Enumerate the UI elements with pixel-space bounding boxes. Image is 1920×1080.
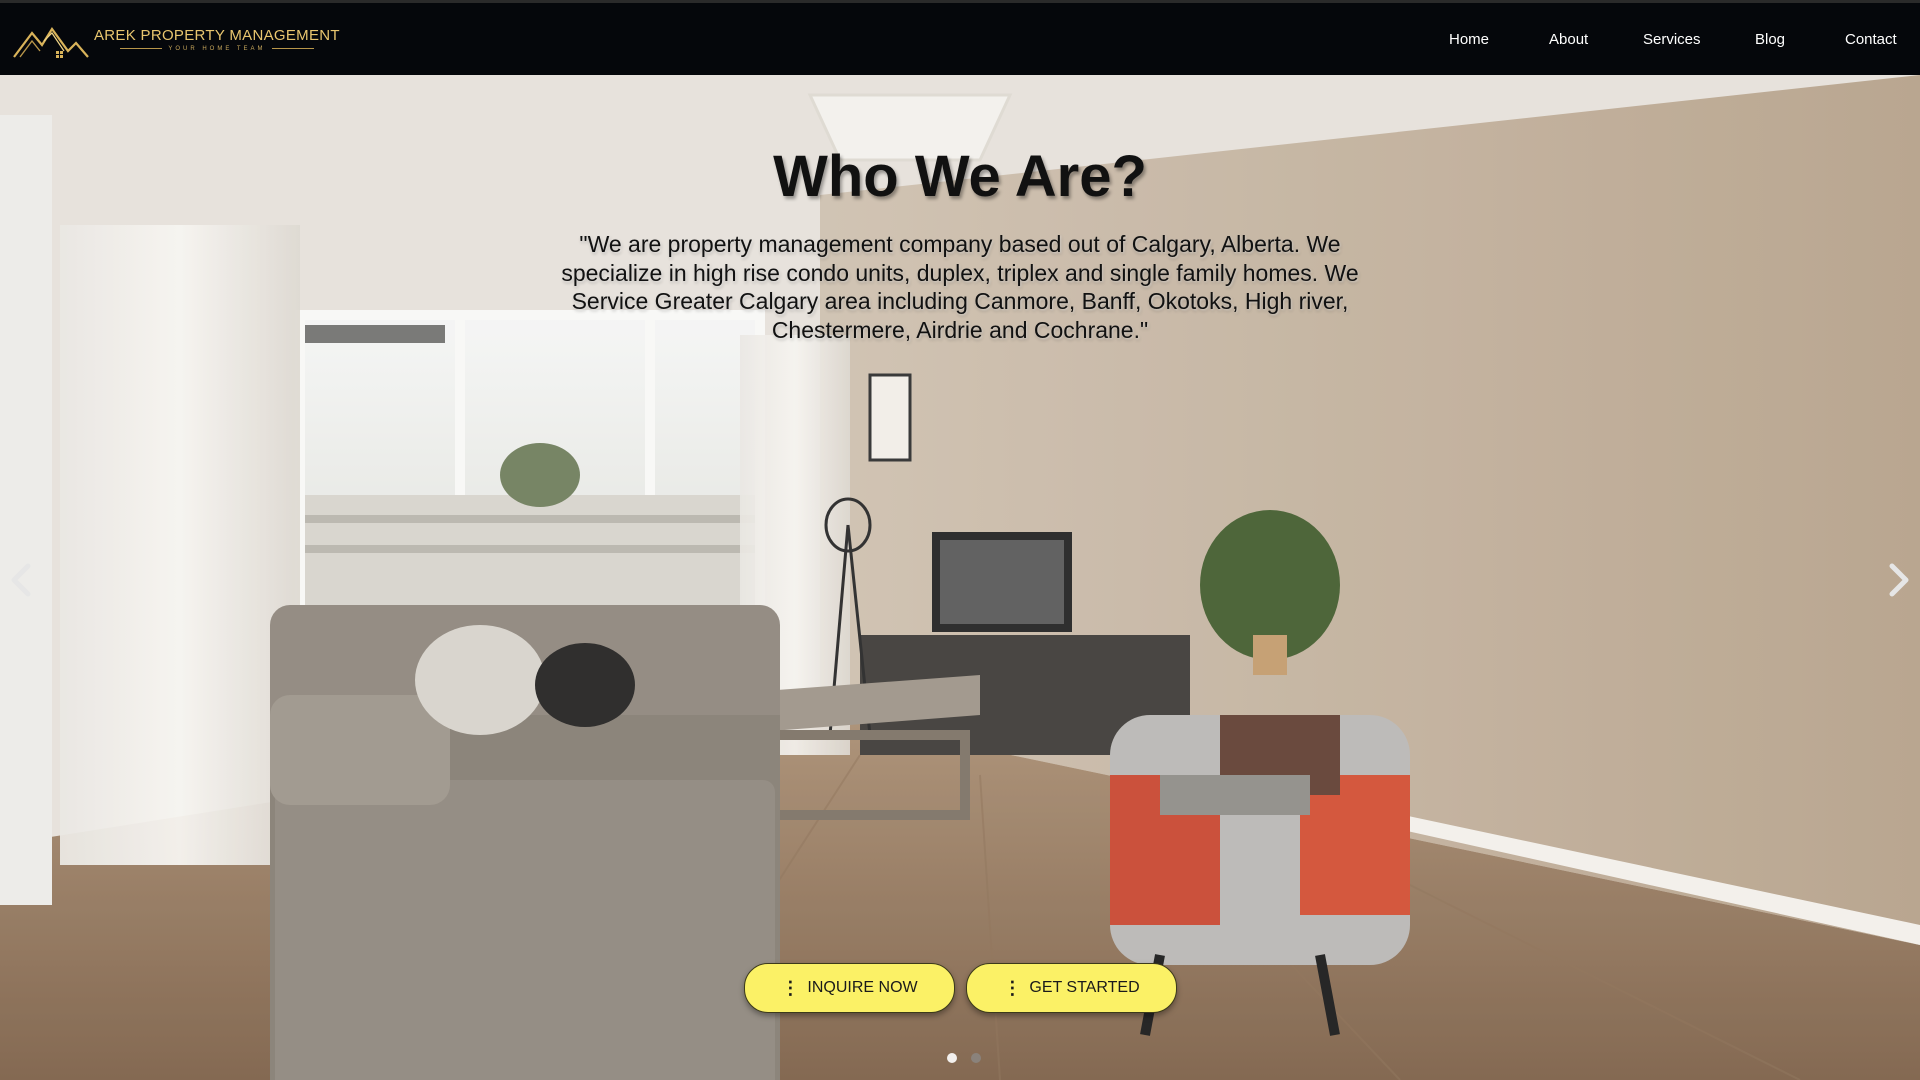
brand-text: AREK PROPERTY MANAGEMENT YOUR HOME TEAM [94,27,340,52]
brand-tagline-row: YOUR HOME TEAM [120,45,314,52]
mountain-house-logo-icon [13,27,89,58]
get-started-label: GET STARTED [1029,979,1140,996]
get-started-button[interactable]: ⋮ GET STARTED [966,963,1177,1013]
tagline-divider-right [271,48,314,49]
hero-slider: Who We Are? "We are property management … [0,75,1920,1080]
nav-link-services[interactable]: Services [1643,23,1701,56]
tagline-divider-left [120,48,163,49]
chevron-left-icon[interactable] [6,560,36,600]
slide-dot-2[interactable] [971,1053,981,1063]
vertical-dots-icon: ⋮ [1003,978,1022,998]
brand-tagline: YOUR HOME TEAM [168,45,266,52]
brand-name: AREK PROPERTY MANAGEMENT [94,26,340,44]
nav-link-contact[interactable]: Contact [1845,23,1897,56]
inquire-now-button[interactable]: ⋮ INQUIRE NOW [744,963,955,1013]
nav-link-about[interactable]: About [1549,23,1588,56]
hero-title: Who We Are? [773,144,1147,209]
inquire-now-label: INQUIRE NOW [807,979,918,996]
nav-link-blog[interactable]: Blog [1755,23,1785,56]
chevron-right-icon[interactable] [1884,560,1914,600]
living-room-background-image [0,75,1920,1080]
vertical-dots-icon: ⋮ [781,978,800,998]
navbar: AREK PROPERTY MANAGEMENT YOUR HOME TEAM … [0,0,1920,75]
hero-description: "We are property management company base… [561,231,1359,343]
slide-dot-1[interactable] [947,1053,957,1063]
brand-logo-link[interactable]: AREK PROPERTY MANAGEMENT YOUR HOME TEAM [12,17,340,61]
nav-link-home[interactable]: Home [1449,23,1489,56]
slider-pagination [940,1053,988,1063]
